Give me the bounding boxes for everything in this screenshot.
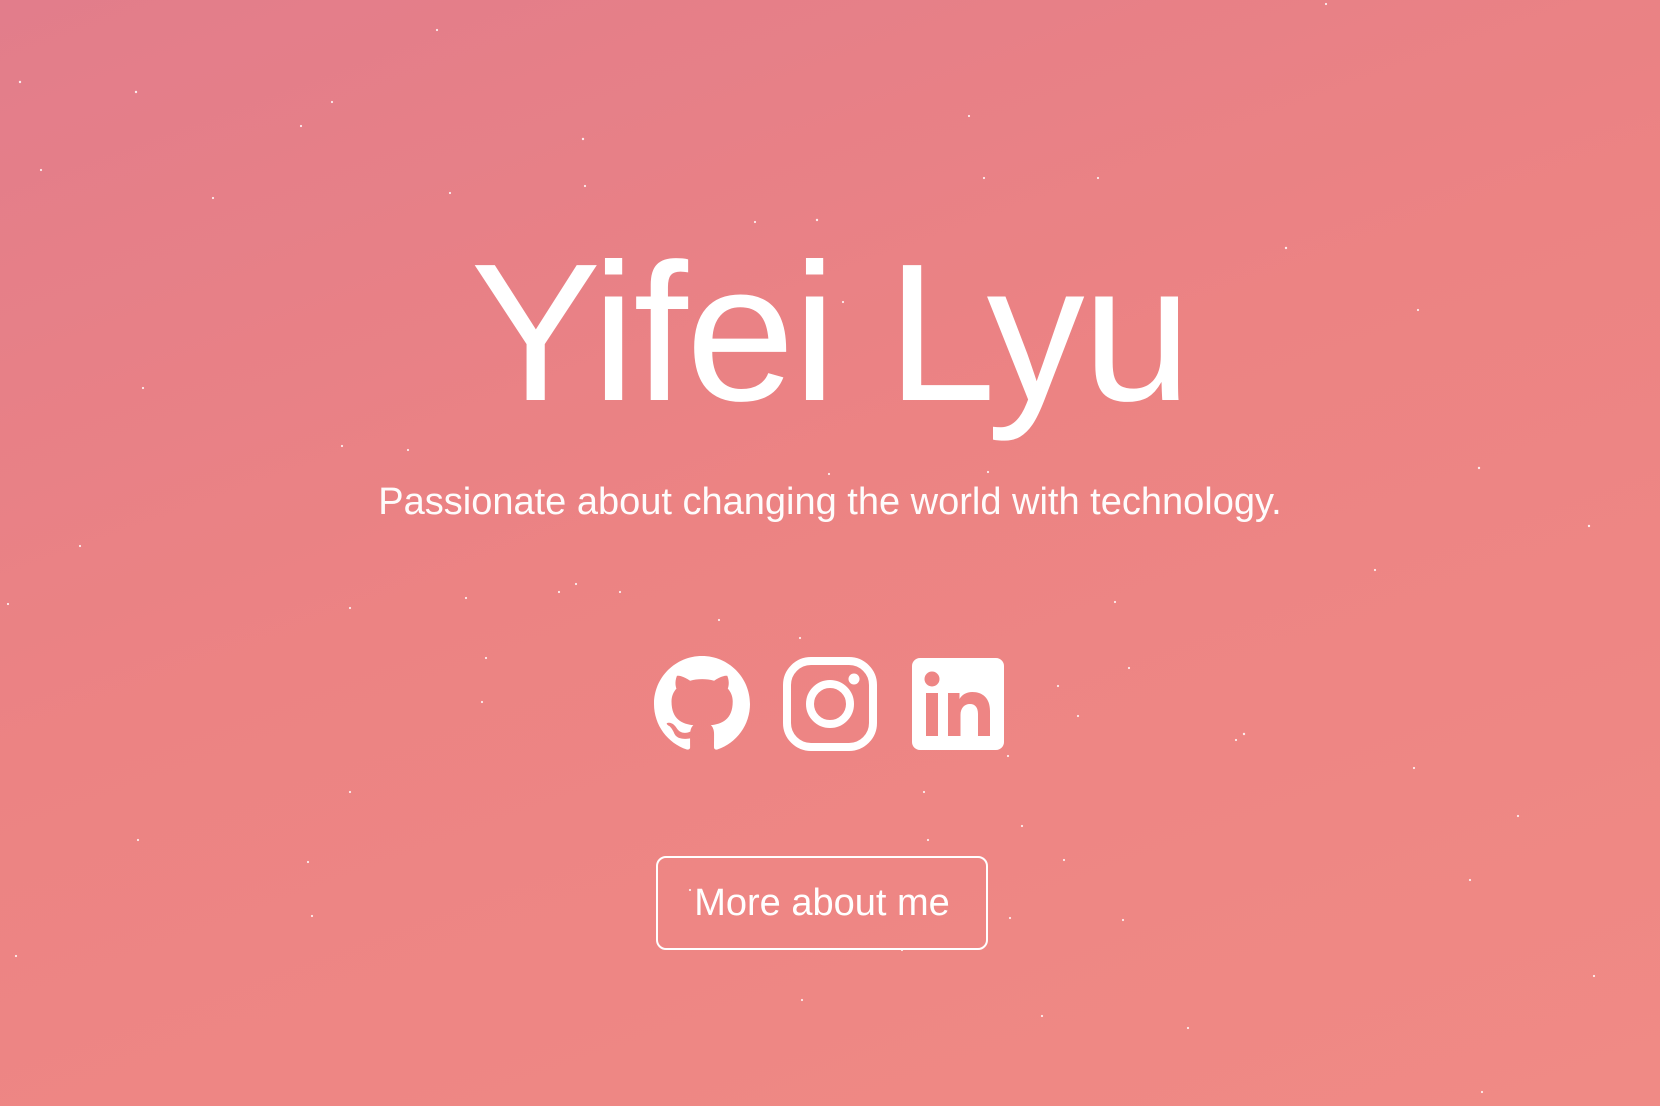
instagram-icon — [783, 657, 877, 751]
linkedin-icon — [912, 658, 1004, 750]
more-about-me-button[interactable]: More about me — [656, 856, 988, 950]
instagram-link[interactable] — [782, 656, 878, 752]
linkedin-link[interactable] — [910, 656, 1006, 752]
github-icon — [654, 656, 750, 750]
hero-section: Yifei Lyu Passionate about changing the … — [0, 0, 1660, 1106]
page-title: Yifei Lyu — [470, 223, 1191, 442]
github-link[interactable] — [654, 656, 750, 752]
social-links — [0, 656, 1660, 752]
tagline: Passionate about changing the world with… — [378, 481, 1282, 523]
